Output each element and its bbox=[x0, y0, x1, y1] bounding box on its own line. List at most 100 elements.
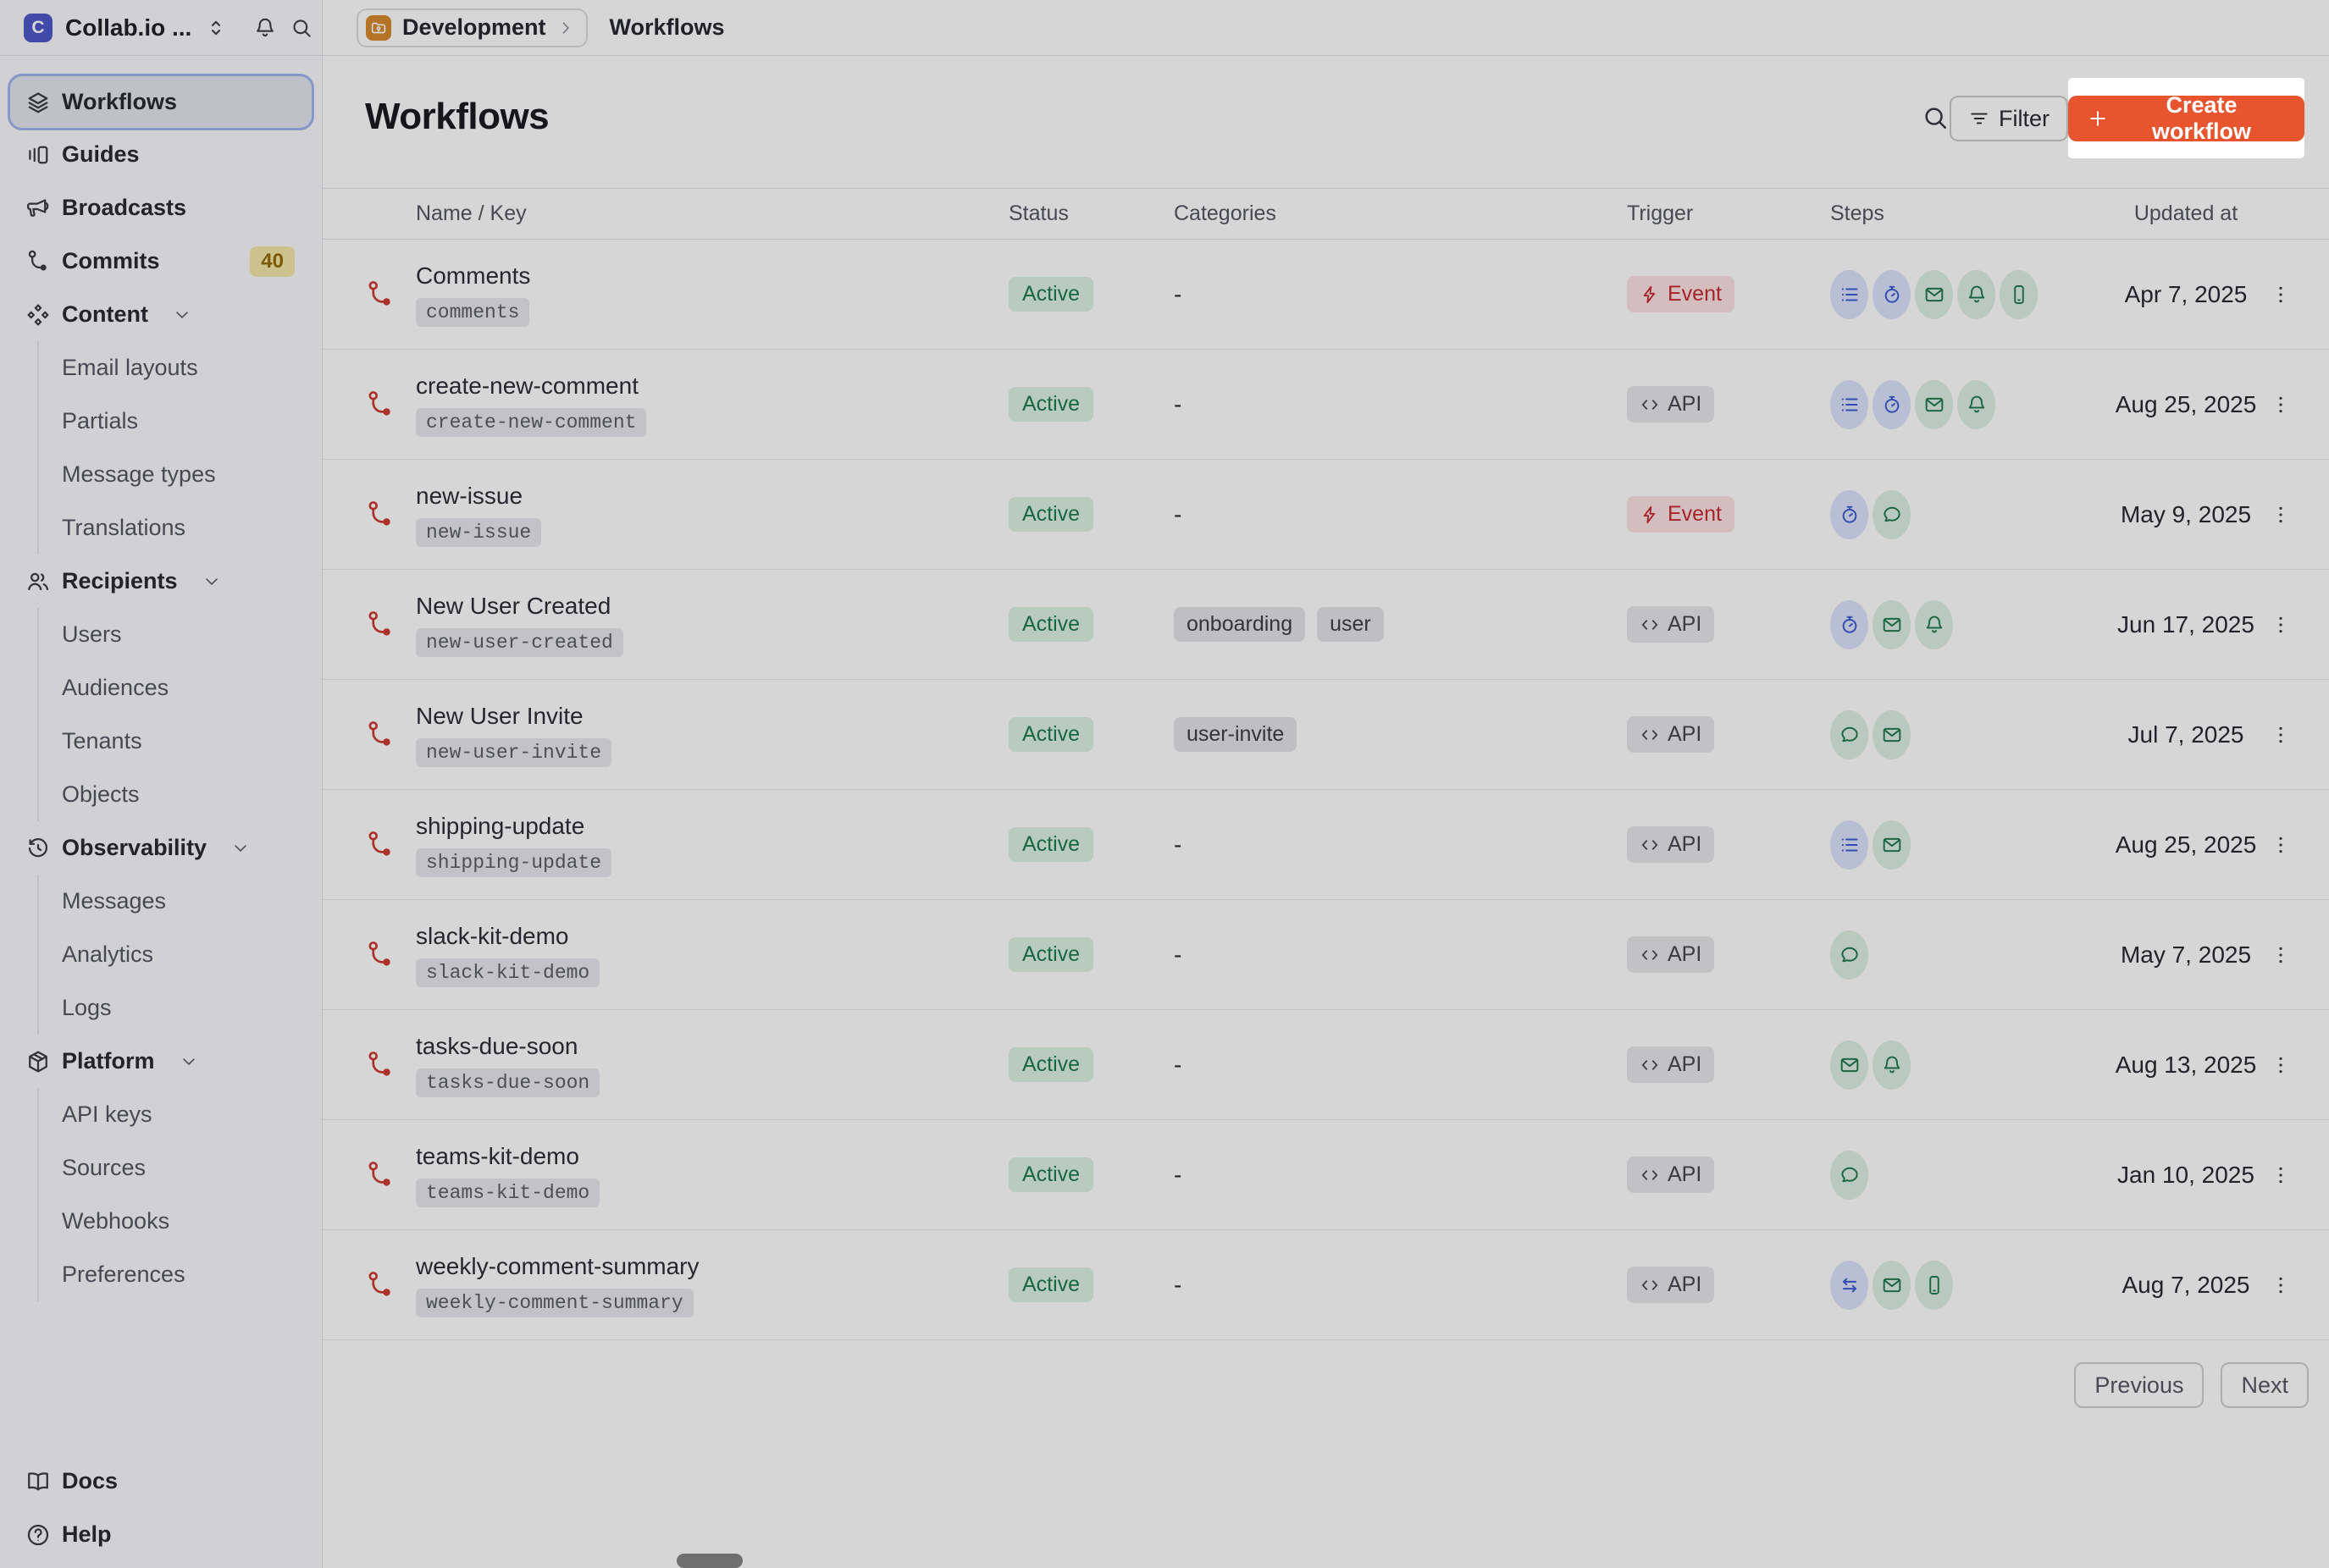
workflow-row[interactable]: New User Creatednew-user-createdActiveon… bbox=[323, 570, 2329, 680]
sidebar-item-label: Observability bbox=[62, 835, 207, 861]
sidebar-item-logs[interactable]: Logs bbox=[39, 981, 322, 1035]
row-menu-kebab-icon[interactable] bbox=[2266, 721, 2295, 749]
workflow-name: create-new-comment bbox=[416, 373, 1009, 400]
create-workflow-button[interactable]: Create workflow bbox=[2068, 96, 2304, 141]
workflow-row[interactable]: create-new-commentcreate-new-commentActi… bbox=[323, 350, 2329, 460]
sidebar-item-commits[interactable]: Commits40 bbox=[0, 235, 322, 288]
status-cell: Active bbox=[1009, 827, 1174, 862]
row-menu-kebab-icon[interactable] bbox=[2266, 280, 2295, 309]
horizontal-scrollbar-thumb[interactable] bbox=[677, 1554, 743, 1568]
row-menu-kebab-icon[interactable] bbox=[2266, 1271, 2295, 1300]
workflow-name: New User Invite bbox=[416, 703, 1009, 730]
row-menu-kebab-icon[interactable] bbox=[2266, 500, 2295, 529]
sidebar-item-workflows[interactable]: Workflows bbox=[10, 76, 312, 128]
step-fetch bbox=[1830, 1261, 1868, 1310]
workflow-key: comments bbox=[416, 298, 529, 327]
step-batch bbox=[1830, 820, 1868, 870]
chevdown bbox=[180, 1052, 198, 1071]
main-content: Workflows Filter Create workflow Name / … bbox=[323, 56, 2329, 1568]
workspace-select-icon[interactable] bbox=[204, 16, 228, 40]
step-delay bbox=[1873, 380, 1911, 429]
sidebar-item-guides[interactable]: Guides bbox=[0, 128, 322, 181]
workflow-row[interactable]: new-issuenew-issueActive-EventMay 9, 202… bbox=[323, 460, 2329, 570]
sidebar-item-email-layouts[interactable]: Email layouts bbox=[39, 341, 322, 395]
step-chat bbox=[1830, 1151, 1868, 1200]
steps-cell bbox=[1830, 820, 2110, 870]
previous-page-button[interactable]: Previous bbox=[2074, 1362, 2204, 1408]
code-icon bbox=[1640, 395, 1660, 415]
sidebar-item-translations[interactable]: Translations bbox=[39, 501, 322, 555]
empty-placeholder: - bbox=[1174, 941, 1181, 969]
trigger-badge: API bbox=[1627, 606, 1714, 643]
code-icon bbox=[1640, 725, 1660, 745]
row-menu-kebab-icon[interactable] bbox=[2266, 390, 2295, 419]
trigger-cell: API bbox=[1627, 1267, 1830, 1303]
sidebar-item-docs[interactable]: Docs bbox=[0, 1455, 322, 1508]
row-menu-kebab-icon[interactable] bbox=[2266, 610, 2295, 639]
global-search-icon[interactable] bbox=[290, 16, 313, 40]
row-menu-kebab-icon[interactable] bbox=[2266, 1051, 2295, 1079]
trigger-cell: API bbox=[1627, 606, 1830, 643]
notifications-bell-icon[interactable] bbox=[253, 16, 277, 40]
branch-icon bbox=[365, 279, 396, 310]
lightning-icon bbox=[1640, 505, 1660, 525]
sidebar-item-analytics[interactable]: Analytics bbox=[39, 928, 322, 981]
workflow-key: new-issue bbox=[416, 518, 541, 547]
sidebar-item-sources[interactable]: Sources bbox=[39, 1141, 322, 1195]
filter-icon bbox=[1968, 108, 1990, 130]
sidebar-item-help[interactable]: Help bbox=[0, 1508, 322, 1561]
history-icon bbox=[25, 836, 51, 861]
row-menu-kebab-icon[interactable] bbox=[2266, 1161, 2295, 1190]
sidebar-item-webhooks[interactable]: Webhooks bbox=[39, 1195, 322, 1248]
sidebar-item-message-types[interactable]: Message types bbox=[39, 448, 322, 501]
workflow-row[interactable]: shipping-updateshipping-updateActive-API… bbox=[323, 790, 2329, 900]
sidebar-item-audiences[interactable]: Audiences bbox=[39, 661, 322, 715]
sidebar-item-broadcasts[interactable]: Broadcasts bbox=[0, 181, 322, 235]
row-menu-kebab-icon[interactable] bbox=[2266, 831, 2295, 859]
workflow-row[interactable]: slack-kit-demoslack-kit-demoActive-APIMa… bbox=[323, 900, 2329, 1010]
workflow-name-cell: shipping-updateshipping-update bbox=[416, 813, 1009, 877]
step-delay bbox=[1873, 270, 1911, 319]
branch-icon bbox=[365, 500, 396, 530]
sidebar-item-recipients[interactable]: Recipients bbox=[0, 555, 322, 608]
workflow-key: teams-kit-demo bbox=[416, 1179, 600, 1207]
trigger-badge: API bbox=[1627, 386, 1714, 422]
updated-at: Aug 25, 2025 bbox=[2110, 831, 2262, 859]
table-search-icon[interactable] bbox=[1921, 103, 1950, 132]
trigger-badge: API bbox=[1627, 716, 1714, 753]
trigger-cell: API bbox=[1627, 386, 1830, 422]
workflow-name: tasks-due-soon bbox=[416, 1033, 1009, 1060]
workflow-row[interactable]: weekly-comment-summaryweekly-comment-sum… bbox=[323, 1230, 2329, 1340]
bell-icon bbox=[1966, 394, 1988, 416]
sidebar-item-content[interactable]: Content bbox=[0, 288, 322, 341]
workspace-name[interactable]: Collab.io ... bbox=[65, 14, 191, 41]
sidebar-item-partials[interactable]: Partials bbox=[39, 395, 322, 448]
breadcrumb-environment[interactable]: Development bbox=[357, 8, 588, 47]
sidebar-item-label: Broadcasts bbox=[62, 195, 186, 221]
next-page-button[interactable]: Next bbox=[2221, 1362, 2309, 1408]
sidebar-item-users[interactable]: Users bbox=[39, 608, 322, 661]
step-email bbox=[1873, 1261, 1911, 1310]
sidebar-item-api-keys[interactable]: API keys bbox=[39, 1088, 322, 1141]
plus-icon bbox=[2087, 108, 2109, 130]
branch-icon bbox=[365, 1270, 396, 1300]
step-email bbox=[1915, 380, 1953, 429]
workflow-row[interactable]: New User Invitenew-user-inviteActiveuser… bbox=[323, 680, 2329, 790]
sidebar-item-platform[interactable]: Platform bbox=[0, 1035, 322, 1088]
row-menu-kebab-icon[interactable] bbox=[2266, 941, 2295, 969]
branch-icon bbox=[25, 249, 51, 274]
sync-arrows-icon bbox=[1839, 1274, 1861, 1296]
status-badge: Active bbox=[1009, 1157, 1093, 1192]
code-icon bbox=[1640, 945, 1660, 965]
filter-button[interactable]: Filter bbox=[1950, 96, 2068, 141]
sidebar-item-observability[interactable]: Observability bbox=[0, 821, 322, 875]
sidebar-item-messages[interactable]: Messages bbox=[39, 875, 322, 928]
sidebar-item-objects[interactable]: Objects bbox=[39, 768, 322, 821]
workflow-row[interactable]: tasks-due-soontasks-due-soonActive-APIAu… bbox=[323, 1010, 2329, 1120]
workflow-row[interactable]: CommentscommentsActive-EventApr 7, 2025 bbox=[323, 240, 2329, 350]
workflow-row[interactable]: teams-kit-demoteams-kit-demoActive-APIJa… bbox=[323, 1120, 2329, 1230]
sidebar-subgroup: Email layoutsPartialsMessage typesTransl… bbox=[37, 341, 322, 555]
sidebar-item-preferences[interactable]: Preferences bbox=[39, 1248, 322, 1301]
branch-icon bbox=[365, 1050, 396, 1080]
sidebar-item-tenants[interactable]: Tenants bbox=[39, 715, 322, 768]
